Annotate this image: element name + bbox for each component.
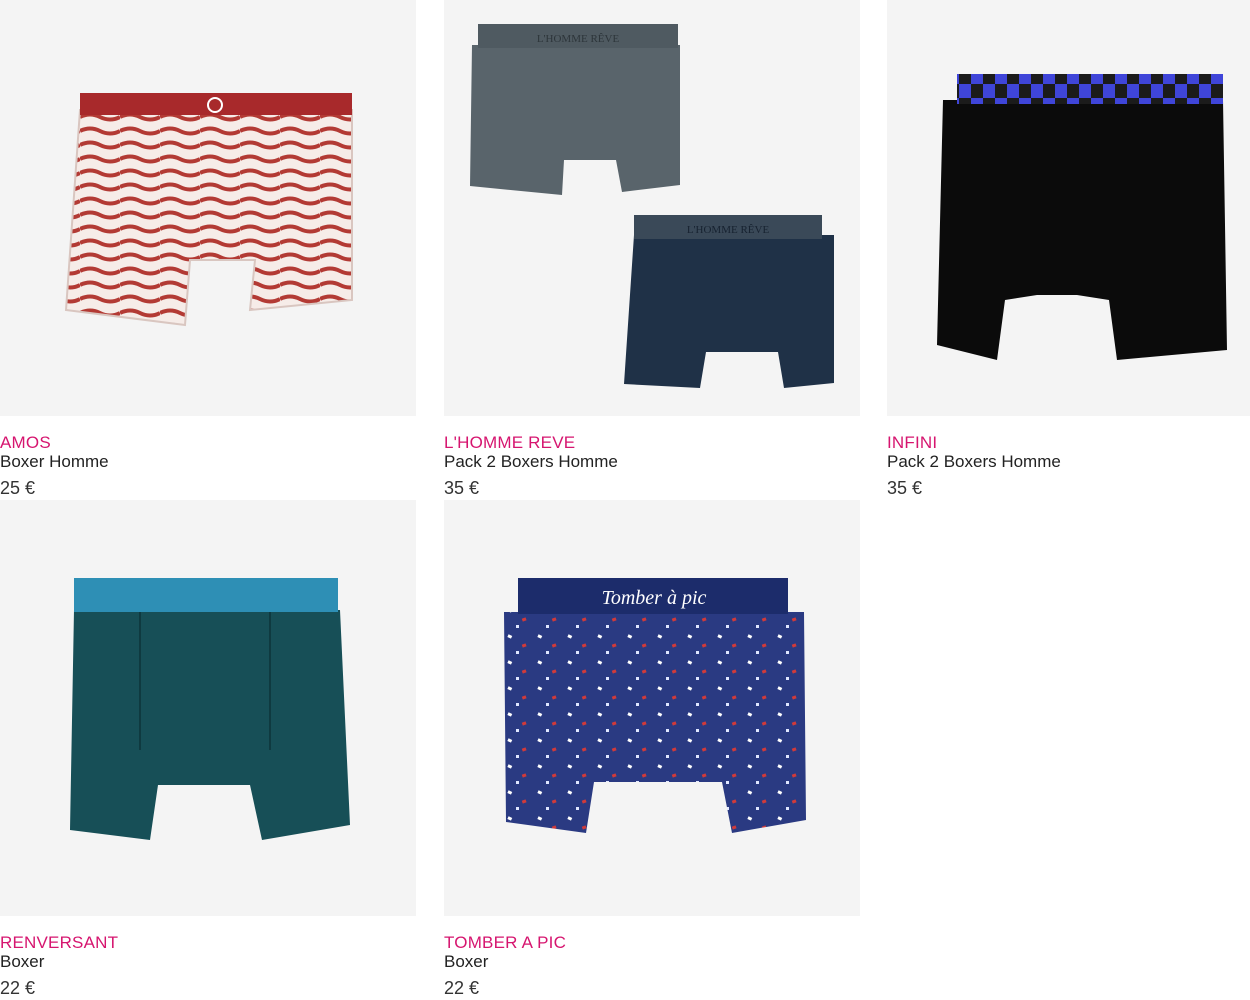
product-image[interactable] — [887, 0, 1250, 416]
product-price: 22 € — [444, 978, 480, 998]
product-price: 22 € — [0, 978, 36, 998]
product-brand[interactable]: L'HOMME REVE — [444, 434, 860, 452]
product-image[interactable]: Tomber à pic — [444, 500, 860, 916]
product-card-tomber-a-pic[interactable]: Tomber à pic TOMBER A PIC Boxer 22 € — [444, 500, 860, 998]
product-name[interactable]: Boxer — [0, 952, 416, 971]
product-name[interactable]: Pack 2 Boxers Homme — [444, 452, 860, 471]
waistband-text: L'HOMME RÊVE — [687, 224, 770, 236]
red-boxer-image — [64, 93, 353, 327]
grey-navy-boxer-pack-image: L'HOMME RÊVE L'HOMME RÊVE — [470, 24, 834, 388]
product-card-renversant[interactable]: RENVERSANT Boxer 22 € — [0, 500, 416, 998]
product-price: 35 € — [444, 478, 480, 498]
navy-boxer-image: Tomber à pic — [504, 578, 806, 833]
product-card-infini[interactable]: INFINI Pack 2 Boxers Homme 35 € — [887, 0, 1250, 498]
waistband-text: L'HOMME RÊVE — [537, 33, 620, 45]
product-price: 25 € — [0, 478, 36, 498]
product-name[interactable]: Boxer Homme — [0, 452, 416, 471]
product-card-lhomme-reve[interactable]: L'HOMME RÊVE L'HOMME RÊVE L'HOMME REVE P… — [444, 0, 860, 498]
product-image[interactable] — [0, 0, 416, 416]
waistband-text: Tomber à pic — [602, 587, 707, 609]
product-name[interactable]: Pack 2 Boxers Homme — [887, 452, 1250, 471]
black-boxer-image — [937, 74, 1227, 360]
product-brand[interactable]: TOMBER A PIC — [444, 934, 860, 952]
product-price: 35 € — [887, 478, 923, 498]
product-image[interactable]: L'HOMME RÊVE L'HOMME RÊVE — [444, 0, 860, 416]
product-image[interactable] — [0, 500, 416, 916]
teal-boxer-image — [70, 578, 350, 840]
product-brand[interactable]: RENVERSANT — [0, 934, 416, 952]
product-brand[interactable]: AMOS — [0, 434, 416, 452]
product-name[interactable]: Boxer — [444, 952, 860, 971]
product-card-amos[interactable]: AMOS Boxer Homme 25 € — [0, 0, 416, 498]
product-brand[interactable]: INFINI — [887, 434, 1250, 452]
